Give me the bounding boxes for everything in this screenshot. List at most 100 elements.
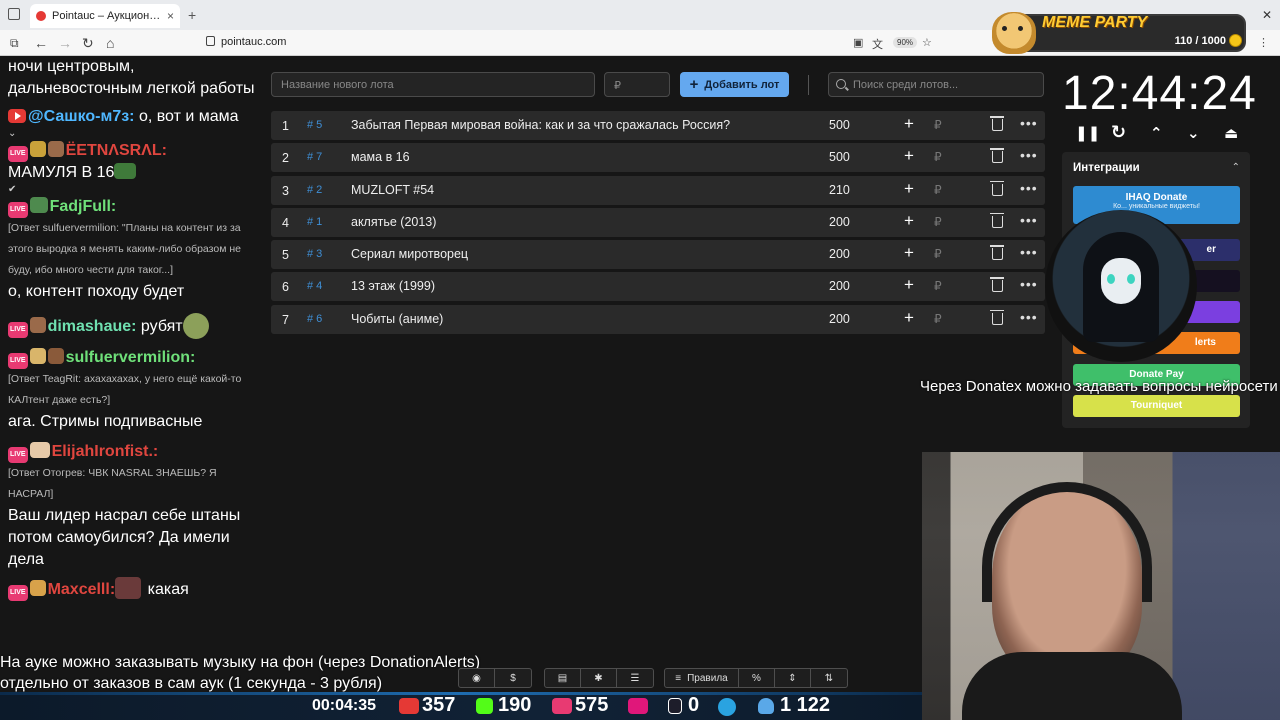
delete-lot-icon[interactable] — [990, 245, 1004, 261]
lot-name[interactable]: 13 этаж (1999) — [351, 279, 435, 293]
delete-lot-icon[interactable] — [990, 148, 1004, 164]
add-amount-icon[interactable]: + — [904, 308, 914, 328]
ihaq-sublabel: Ко... уникальные виджеты! — [1113, 203, 1200, 210]
lot-name[interactable]: Забытая Первая мировая война: как и за ч… — [351, 118, 730, 132]
favorite-star-icon[interactable]: ☆ — [922, 36, 932, 49]
lot-name[interactable]: MUZLOFT #54 — [351, 183, 434, 197]
lot-amount[interactable]: 200 — [829, 215, 850, 229]
close-tab-icon[interactable]: × — [167, 9, 174, 23]
avatar-eye — [1127, 274, 1135, 284]
webcam-feed — [922, 452, 1280, 720]
new-tab-icon[interactable]: + — [188, 7, 196, 23]
clear-list-icon[interactable]: ☰ — [617, 669, 653, 687]
kick-viewers: 190 — [498, 694, 532, 716]
lot-add-currency[interactable]: ₽ — [934, 215, 942, 229]
lot-name[interactable]: мама в 16 — [351, 150, 410, 164]
add-amount-icon[interactable]: + — [904, 114, 914, 134]
lot-row: 6 # 4 13 этаж (1999) 200 + ₽ ••• — [271, 272, 1045, 302]
back-icon[interactable]: ← — [34, 35, 48, 51]
add-amount-icon[interactable]: + — [904, 179, 914, 199]
subtract-time-icon[interactable]: ⌄ — [1187, 124, 1200, 142]
more-options-icon[interactable]: ••• — [1020, 309, 1038, 325]
add-amount-icon[interactable]: + — [904, 211, 914, 231]
close-window-icon[interactable]: ✕ — [1262, 8, 1272, 22]
more-options-icon[interactable]: ••• — [1020, 180, 1038, 196]
reload-icon[interactable]: ↻ — [82, 35, 94, 52]
more-options-icon[interactable]: ••• — [1020, 276, 1038, 292]
github-icon[interactable]: ◉ — [459, 669, 495, 687]
split-icon[interactable]: ⇕ — [775, 669, 811, 687]
lot-amount[interactable]: 200 — [829, 312, 850, 326]
tourniquet-button[interactable]: Tourniquet — [1073, 395, 1240, 417]
sidebar-toggle-icon[interactable]: ⧉ — [10, 36, 19, 51]
lot-add-currency[interactable]: ₽ — [934, 247, 942, 261]
add-lot-button[interactable]: + Добавить лот — [680, 72, 789, 97]
delete-lot-icon[interactable] — [990, 212, 1004, 228]
add-amount-icon[interactable]: + — [904, 243, 914, 263]
delete-lot-icon[interactable] — [990, 277, 1004, 293]
home-icon[interactable]: ⌂ — [106, 35, 114, 51]
lot-add-currency[interactable]: ₽ — [934, 312, 942, 326]
new-lot-name-input[interactable]: Название нового лота — [271, 72, 595, 97]
lot-add-currency[interactable]: ₽ — [934, 150, 942, 164]
lot-amount[interactable]: 500 — [829, 150, 850, 164]
url-field[interactable]: pointauc.com — [206, 36, 286, 48]
forward-icon[interactable]: → — [58, 35, 72, 51]
collapse-icon[interactable]: ⌃ — [1232, 162, 1240, 173]
rules-button[interactable]: ≡ Правила — [665, 669, 739, 687]
chat-nick: dimashaue: — [47, 318, 137, 335]
site-favicon-icon — [36, 11, 46, 21]
lot-add-currency[interactable]: ₽ — [934, 279, 942, 293]
bug-icon[interactable]: ✱ — [581, 669, 617, 687]
lot-amount[interactable]: 200 — [829, 247, 850, 261]
frog-emote-icon — [182, 313, 209, 339]
dollar-icon[interactable]: $ — [495, 669, 531, 687]
reset-timer-icon[interactable]: ↻ — [1111, 122, 1126, 143]
translate-icon[interactable]: 文 — [872, 36, 883, 52]
stream-chat: ночи центровым, дальневосточным легкой р… — [0, 56, 262, 720]
pause-icon[interactable]: ❚❚ — [1075, 124, 1100, 142]
rules-icon: ≡ — [675, 672, 682, 684]
lot-add-currency[interactable]: ₽ — [934, 183, 942, 197]
total-viewers: 1 122 — [780, 694, 831, 716]
tab-actions-icon[interactable] — [8, 8, 20, 20]
delete-lot-icon[interactable] — [990, 180, 1004, 196]
lot-name[interactable]: аклятье (2013) — [351, 215, 436, 229]
new-lot-price-input[interactable]: ₽ — [604, 72, 670, 97]
add-amount-icon[interactable]: + — [904, 146, 914, 166]
meme-party-title: MEME PARTY — [1042, 14, 1148, 31]
lot-name[interactable]: Сериал миротворец — [351, 247, 468, 261]
lock-icon — [206, 36, 215, 46]
save-icon[interactable]: ▤ — [545, 669, 581, 687]
lot-position: 6 — [282, 280, 289, 295]
chat-text: какая — [143, 581, 189, 598]
double-up-icon[interactable]: ⏏ — [1224, 124, 1238, 142]
more-menu-icon[interactable]: ⋮ — [1258, 36, 1269, 49]
more-options-icon[interactable]: ••• — [1020, 147, 1038, 163]
lot-amount[interactable]: 500 — [829, 118, 850, 132]
more-options-icon[interactable]: ••• — [1020, 212, 1038, 228]
sort-icon[interactable]: ⇅ — [811, 669, 847, 687]
vk-live-icon — [552, 698, 572, 714]
lot-amount[interactable]: 200 — [829, 279, 850, 293]
lot-position: 3 — [282, 183, 289, 198]
delete-lot-icon[interactable] — [990, 309, 1004, 325]
tools-toolbar: ▤ ✱ ☰ — [544, 668, 654, 688]
zoom-level[interactable]: 90% — [893, 37, 918, 48]
delete-lot-icon[interactable] — [990, 116, 1004, 131]
lot-name[interactable]: Чобиты (аниме) — [351, 312, 443, 326]
reader-mode-icon[interactable]: ▣ — [853, 36, 863, 49]
add-amount-icon[interactable]: + — [904, 275, 914, 295]
lot-amount[interactable]: 210 — [829, 183, 850, 197]
chat-message: LIVE ЁЕТNΛSRΛL: МАМУЛЯ В 16 — [8, 140, 256, 184]
browser-tab[interactable]: Pointauc – Аукционы, лотереи × — [30, 4, 180, 28]
more-options-icon[interactable]: ••• — [1020, 244, 1038, 260]
percent-icon[interactable]: % — [739, 669, 775, 687]
lot-search-input[interactable]: Поиск среди лотов... — [828, 72, 1044, 97]
trovo-icon — [628, 698, 648, 714]
more-options-icon[interactable]: ••• — [1020, 115, 1038, 131]
lot-add-currency[interactable]: ₽ — [934, 118, 942, 132]
emote-icon — [47, 348, 64, 364]
add-time-icon[interactable]: ⌃ — [1150, 124, 1163, 142]
avatar-eye — [1107, 274, 1115, 284]
